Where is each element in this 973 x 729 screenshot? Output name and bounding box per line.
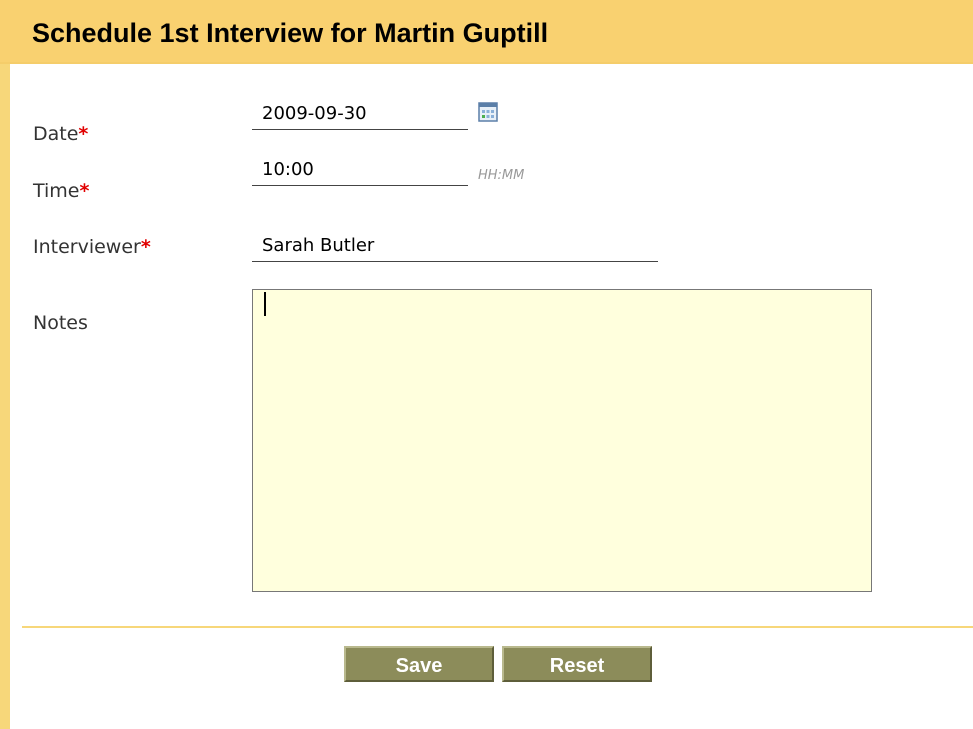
date-label-row: Date*	[33, 123, 88, 145]
date-label: Date	[33, 123, 79, 145]
date-input[interactable]	[252, 102, 468, 130]
reset-button[interactable]: Reset	[502, 646, 652, 682]
text-cursor	[264, 292, 266, 316]
interviewer-label-row: Interviewer*	[33, 236, 151, 258]
form-divider	[22, 626, 973, 628]
required-marker: *	[78, 123, 89, 145]
time-label: Time	[33, 180, 80, 202]
required-marker: *	[140, 236, 151, 258]
calendar-icon[interactable]	[478, 102, 498, 122]
page-header: Schedule 1st Interview for Martin Guptil…	[0, 0, 973, 64]
interviewer-input[interactable]	[252, 233, 658, 262]
time-format-hint: HH:MM	[478, 168, 525, 183]
save-button[interactable]: Save	[344, 646, 494, 682]
time-label-row: Time*	[33, 180, 89, 202]
notes-label: Notes	[33, 312, 88, 334]
notes-textarea[interactable]	[252, 289, 872, 592]
time-input[interactable]	[252, 158, 468, 186]
interviewer-label: Interviewer	[33, 236, 141, 258]
required-marker: *	[79, 180, 90, 202]
page-title: Schedule 1st Interview for Martin Guptil…	[32, 18, 549, 48]
